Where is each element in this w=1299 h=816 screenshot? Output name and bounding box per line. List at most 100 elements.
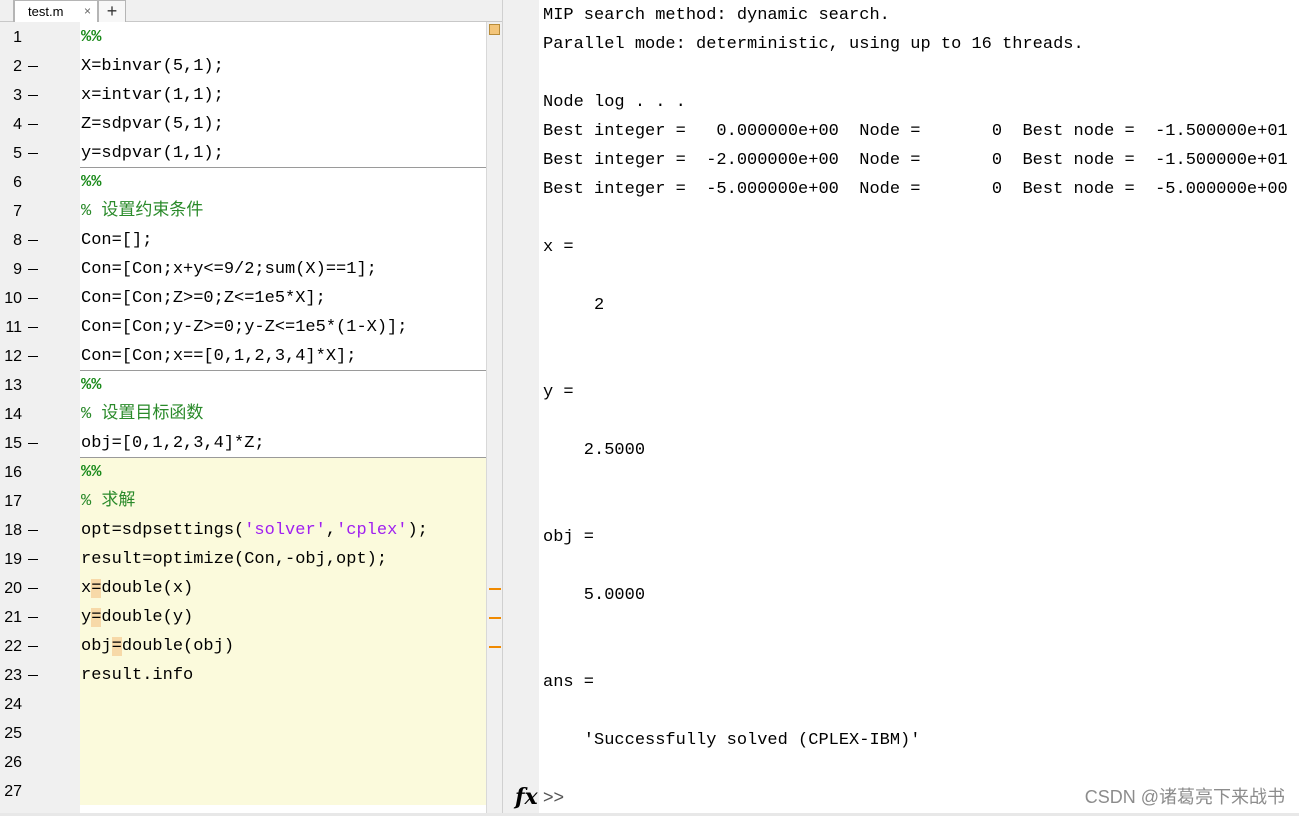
warning-marker[interactable] xyxy=(489,588,501,590)
line-number: 16 xyxy=(4,464,22,481)
code-line[interactable]: 18 opt=sdpsettings('solver','cplex'); xyxy=(0,516,486,545)
code-line[interactable]: 21 y=double(y) xyxy=(0,603,486,632)
line-number: 1 xyxy=(13,29,22,46)
warning-marker[interactable] xyxy=(489,646,501,648)
code-line[interactable]: 7 % 设置约束条件 xyxy=(0,197,486,226)
code-line[interactable]: 22 obj=double(obj) xyxy=(0,632,486,661)
command-prompt-row[interactable]: fx >> CSDN @诸葛亮下来战书 xyxy=(509,783,1299,813)
warning-marker[interactable] xyxy=(489,617,501,619)
line-number: 25 xyxy=(4,725,22,742)
output-line: 5.0000 xyxy=(543,586,646,605)
breakpoint-dash[interactable] xyxy=(28,530,38,531)
command-window-margin xyxy=(509,0,539,816)
breakpoint-dash[interactable] xyxy=(28,269,38,270)
code-text: opt=sdpsettings('solver','cplex'); xyxy=(81,516,428,545)
code-token: double(x) xyxy=(101,579,194,598)
tab-scroll-edge[interactable] xyxy=(0,0,14,22)
tab-test-m[interactable]: test.m × xyxy=(14,0,98,22)
new-tab-button[interactable]: + xyxy=(98,0,126,22)
string-literal: 'solver' xyxy=(244,521,326,540)
code-token: double(y) xyxy=(101,608,194,627)
code-line[interactable]: 2 X=binvar(5,1); xyxy=(0,52,486,81)
breakpoint-dash[interactable] xyxy=(28,646,38,647)
code-text: X=binvar(5,1); xyxy=(81,57,224,76)
code-line[interactable]: 4 Z=sdpvar(5,1); xyxy=(0,110,486,139)
code-text: Con=[Con;Z>=0;Z<=1e5*X]; xyxy=(81,289,326,308)
code-line[interactable]: 24 xyxy=(0,690,486,719)
code-line[interactable]: 16%% xyxy=(0,458,486,487)
code-line[interactable]: 5 y=sdpvar(1,1); xyxy=(0,139,486,168)
code-text: x=intvar(1,1); xyxy=(81,86,224,105)
cell-marker: %% xyxy=(81,376,102,395)
code-line[interactable]: 15 obj=[0,1,2,3,4]*Z; xyxy=(0,429,486,458)
code-token: , xyxy=(325,521,337,540)
breakpoint-dash[interactable] xyxy=(28,443,38,444)
line-number: 4 xyxy=(13,116,22,133)
breakpoint-dash[interactable] xyxy=(28,66,38,67)
code-comment: % 设置目标函数 xyxy=(81,405,204,424)
code-comment: % 求解 xyxy=(81,492,136,511)
code-line[interactable]: 20 x=double(x) xyxy=(0,574,486,603)
code-line[interactable]: 9 Con=[Con;x+y<=9/2;sum(X)==1]; xyxy=(0,255,486,284)
code-line[interactable]: 19 result=optimize(Con,-obj,opt); xyxy=(0,545,486,574)
editor-scroll-strip[interactable] xyxy=(486,22,502,816)
code-line[interactable]: 17 % 求解 xyxy=(0,487,486,516)
code-line[interactable]: 10 Con=[Con;Z>=0;Z<=1e5*X]; xyxy=(0,284,486,313)
cell-marker: %% xyxy=(81,463,102,482)
code-token: ); xyxy=(407,521,428,540)
line-number: 27 xyxy=(4,783,22,800)
code-text: Con=[Con;x+y<=9/2;sum(X)==1]; xyxy=(81,260,377,279)
code-line[interactable]: 6%% xyxy=(0,168,486,197)
code-line[interactable]: 27 xyxy=(0,777,486,806)
code-editor[interactable]: 1%% 2 X=binvar(5,1); 3 x=intvar(1,1); 4 Z=sdpv… xyxy=(0,22,486,816)
warning-highlight: = xyxy=(91,579,102,598)
code-line[interactable]: 8 Con=[]; xyxy=(0,226,486,255)
command-prompt[interactable]: >> xyxy=(543,783,564,811)
breakpoint-dash[interactable] xyxy=(28,95,38,96)
breakpoint-dash[interactable] xyxy=(28,559,38,560)
breakpoint-dash[interactable] xyxy=(28,675,38,676)
breakpoint-dash[interactable] xyxy=(28,356,38,357)
close-icon[interactable]: × xyxy=(84,1,91,22)
warning-highlight: = xyxy=(91,608,102,627)
line-number: 2 xyxy=(13,58,22,75)
output-line: ans = xyxy=(543,673,595,692)
warning-highlight: = xyxy=(111,637,122,656)
code-line[interactable]: 26 xyxy=(0,748,486,777)
code-line[interactable]: 25 xyxy=(0,719,486,748)
pane-splitter[interactable] xyxy=(502,0,509,816)
line-number: 12 xyxy=(4,348,22,365)
code-text: Z=sdpvar(5,1); xyxy=(81,115,224,134)
code-line[interactable]: 23 result.info xyxy=(0,661,486,690)
line-number: 11 xyxy=(5,319,22,336)
breakpoint-dash[interactable] xyxy=(28,588,38,589)
code-text: y=sdpvar(1,1); xyxy=(81,144,224,163)
breakpoint-dash[interactable] xyxy=(28,240,38,241)
breakpoint-dash[interactable] xyxy=(28,153,38,154)
breakpoint-dash[interactable] xyxy=(28,298,38,299)
code-token: obj xyxy=(81,637,112,656)
code-line[interactable]: 14 % 设置目标函数 xyxy=(0,400,486,429)
code-line[interactable]: 3 x=intvar(1,1); xyxy=(0,81,486,110)
code-line[interactable]: 13%% xyxy=(0,371,486,400)
code-line[interactable]: 11 Con=[Con;y-Z>=0;y-Z<=1e5*(1-X)]; xyxy=(0,313,486,342)
editor-tab-bar: test.m × + xyxy=(0,0,502,22)
fx-function-browser-icon[interactable]: fx xyxy=(515,783,538,811)
output-line: Best integer = -5.000000e+00 Node = 0 Be… xyxy=(543,180,1288,199)
command-window[interactable]: MIP search method: dynamic search. Parall… xyxy=(539,0,1299,816)
output-line: x = xyxy=(543,238,574,257)
code-line[interactable]: 1%% xyxy=(0,23,486,52)
code-text: Con=[]; xyxy=(81,231,153,250)
line-number: 21 xyxy=(4,609,22,626)
warning-indicator-icon[interactable] xyxy=(489,24,500,35)
line-number: 8 xyxy=(13,232,22,249)
breakpoint-dash[interactable] xyxy=(28,327,38,328)
line-number: 6 xyxy=(13,174,22,191)
breakpoint-dash[interactable] xyxy=(28,124,38,125)
breakpoint-dash[interactable] xyxy=(28,617,38,618)
line-number: 14 xyxy=(4,406,22,423)
code-line[interactable]: 12 Con=[Con;x==[0,1,2,3,4]*X]; xyxy=(0,342,486,371)
code-text: result.info xyxy=(81,666,194,685)
cell-marker: %% xyxy=(81,28,102,47)
code-token: double(obj) xyxy=(121,637,235,656)
